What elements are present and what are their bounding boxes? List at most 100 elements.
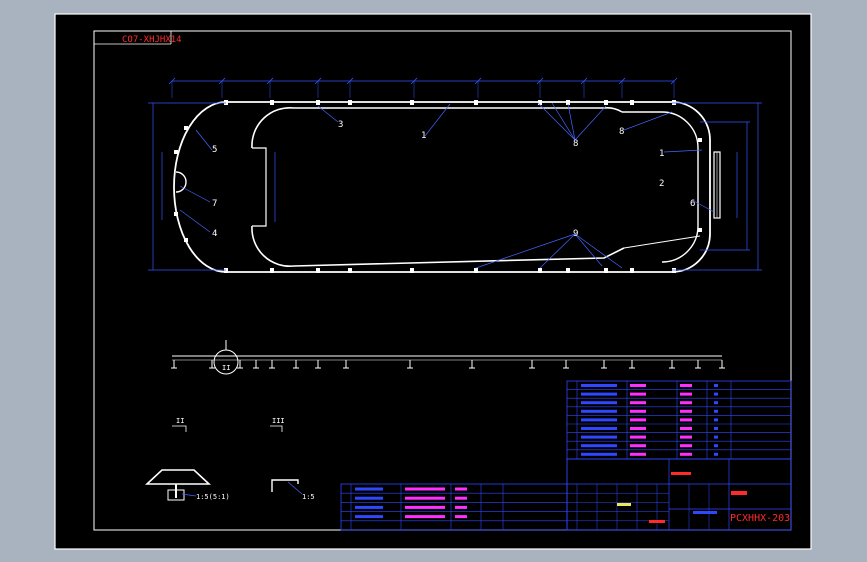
revision-cell-text <box>355 496 383 500</box>
parts-cell-text <box>630 401 646 405</box>
support-top <box>270 100 274 105</box>
cad-drawing-canvas[interactable]: CO7-XHJHX14 5 7 4 3 1 8 8 1 2 6 9 II II … <box>0 0 867 562</box>
parts-cell-text <box>581 427 617 430</box>
callout-1-right: 1 <box>659 149 664 159</box>
parts-cell-text <box>714 444 718 448</box>
support-top <box>474 100 478 105</box>
revision-cell-text <box>405 487 445 491</box>
support-top <box>630 100 634 105</box>
parts-cell-text <box>630 392 646 396</box>
support-top <box>316 100 320 105</box>
revision-cell-text <box>405 496 445 500</box>
parts-cell-text <box>680 409 692 413</box>
support-bottom <box>224 268 228 273</box>
callout-6: 6 <box>690 199 695 209</box>
parts-cell-text <box>630 427 646 430</box>
callout-8-bundle: 8 <box>573 139 578 149</box>
support-end <box>184 126 188 130</box>
drawing-number: PCXHHX-203 <box>730 513 790 524</box>
parts-cell-text <box>714 435 718 439</box>
callout-8-right: 8 <box>619 127 624 137</box>
parts-cell-text <box>581 452 617 456</box>
detail-2-note: 1:5 <box>302 493 315 501</box>
parts-cell-text <box>630 418 646 422</box>
callout-4: 4 <box>212 229 217 239</box>
parts-cell-text <box>714 427 718 430</box>
top-label: CO7-XHJHX14 <box>122 35 182 45</box>
detail-view-title-2: III <box>272 417 285 425</box>
parts-cell-text <box>680 401 692 405</box>
parts-cell-text <box>680 444 692 448</box>
support-bottom <box>474 268 478 273</box>
parts-cell-text <box>680 418 692 422</box>
revision-cell-text <box>455 515 467 519</box>
title-yellow-mark <box>617 503 631 506</box>
callout-5: 5 <box>212 145 217 155</box>
parts-cell-text <box>581 435 617 439</box>
parts-cell-text <box>581 409 617 413</box>
detail-view-title-1: II <box>176 417 184 425</box>
support-bottom <box>672 268 676 273</box>
support-bottom <box>270 268 274 273</box>
revision-cell-text <box>405 505 445 509</box>
drawing-sheet <box>54 13 812 550</box>
support-bottom <box>410 268 414 273</box>
parts-cell-text <box>630 444 646 448</box>
callout-3: 3 <box>338 120 343 130</box>
revision-cell-text <box>455 505 467 509</box>
support-end <box>184 238 188 242</box>
support-bottom <box>630 268 634 273</box>
support-top <box>348 100 352 105</box>
detail-1-note: 1:5(5:1) <box>196 493 230 501</box>
parts-cell-text <box>630 452 646 456</box>
support-end <box>698 138 702 142</box>
support-bottom <box>538 268 542 273</box>
parts-cell-text <box>714 409 718 413</box>
parts-cell-text <box>680 435 692 439</box>
parts-cell-text <box>714 452 718 456</box>
parts-cell-text <box>680 392 692 396</box>
support-bottom <box>316 268 320 273</box>
title-red-mark <box>671 472 691 475</box>
title-red-mark <box>649 520 665 523</box>
parts-cell-text <box>581 418 617 422</box>
parts-cell-text <box>581 392 617 396</box>
parts-cell-text <box>680 427 692 430</box>
support-bottom <box>566 268 570 273</box>
parts-cell-text <box>680 452 692 456</box>
callout-7: 7 <box>212 199 217 209</box>
parts-cell-text <box>714 384 718 387</box>
parts-cell-text <box>714 392 718 396</box>
callout-2: 2 <box>659 179 664 189</box>
callout-9-bundle: 9 <box>573 229 578 239</box>
parts-cell-text <box>630 409 646 413</box>
support-bottom <box>348 268 352 273</box>
parts-cell-text <box>714 401 718 405</box>
parts-cell-text <box>630 384 646 387</box>
support-end <box>174 212 178 216</box>
parts-cell-text <box>581 384 617 387</box>
parts-cell-text <box>714 418 718 422</box>
revision-cell-text <box>405 515 445 519</box>
parts-cell-text <box>630 435 646 439</box>
support-top <box>538 100 542 105</box>
support-top <box>224 100 228 105</box>
support-top <box>672 100 676 105</box>
support-top <box>410 100 414 105</box>
parts-cell-text <box>680 384 692 387</box>
support-bottom <box>604 268 608 273</box>
revision-cell-text <box>355 487 383 491</box>
revision-cell-text <box>355 505 383 509</box>
parts-cell-text <box>581 444 617 448</box>
title-red-mark <box>731 491 747 495</box>
detail-circle-label: II <box>222 364 230 372</box>
parts-cell-text <box>581 401 617 405</box>
support-top <box>604 100 608 105</box>
callout-1-top: 1 <box>421 131 426 141</box>
revision-cell-text <box>455 487 467 491</box>
revision-cell-text <box>455 496 467 500</box>
revision-cell-text <box>355 515 383 519</box>
support-end <box>174 150 178 154</box>
support-end <box>698 228 702 232</box>
title-scale-mark <box>693 511 717 514</box>
